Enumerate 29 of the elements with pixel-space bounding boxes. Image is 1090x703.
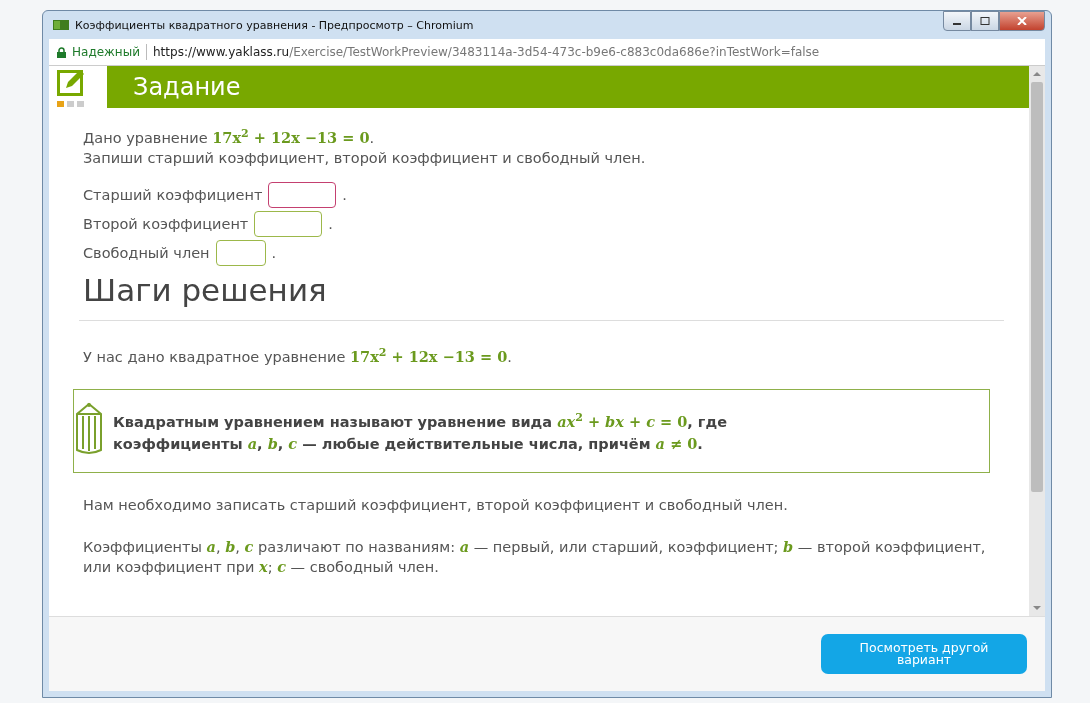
answer-field[interactable] [268, 181, 337, 208]
close-button[interactable] [999, 11, 1045, 31]
period-text: . [328, 215, 333, 232]
lock-icon [57, 46, 66, 58]
answer-field[interactable] [215, 239, 266, 266]
section-heading: Шаги решения [83, 271, 328, 308]
close-icon [1017, 17, 1027, 25]
field-label: Второй коэффициент [83, 215, 249, 232]
answer-field[interactable] [254, 210, 323, 237]
minimize-button[interactable] [943, 11, 971, 31]
period-text: . [342, 186, 347, 203]
maximize-button[interactable] [971, 11, 999, 31]
period-text: . [271, 244, 277, 261]
solution-text: Коэффициенты a, b, c различают по названиям: a — первый, или старший, коэффициент; b — второй коэффициент, или коэффициент при x; c — свободный член. [83, 536, 987, 577]
maximize-icon [980, 17, 990, 25]
solution-text: У нас дано квадратное уравнение 17x$^{2}$ + 12x −13 = 0. [83, 344, 513, 367]
edit-icon [57, 70, 87, 108]
solution-text: Нам необходимо записать старший коэффициент, второй коэффициент и свободный член. [83, 495, 789, 515]
task-text: Запиши старший коэффициент, второй коэффициент и свободный член. [83, 148, 647, 168]
definition-text: Квадратным уравнением называют уравнение вида ax$^{2}$ + bx + c = 0, где коэффициенты a, b, c — любые действительные числа, причём a ≠ 0. [113, 409, 728, 454]
field-label: Старший коэффициент [83, 186, 263, 203]
window-title: Коэффициенты квадратного уравнения - Предпросмотр – Chromium [75, 18, 475, 32]
field-label: Свободный член [83, 244, 210, 261]
window-icon [53, 20, 69, 30]
url-field[interactable]: https://www.yaklass.ru/Exercise/TestWorkPreview/3483114a-3d54-473c-b9e6-c883c0da686e?inTestWork=false [153, 45, 820, 59]
scrollbar[interactable] [1029, 66, 1045, 616]
task-text: Дано уравнение 17x$^{2}$ + 12x −13 = 0. [83, 126, 376, 148]
header-title: Задание [133, 73, 241, 101]
security-label: Надежный [72, 45, 140, 59]
